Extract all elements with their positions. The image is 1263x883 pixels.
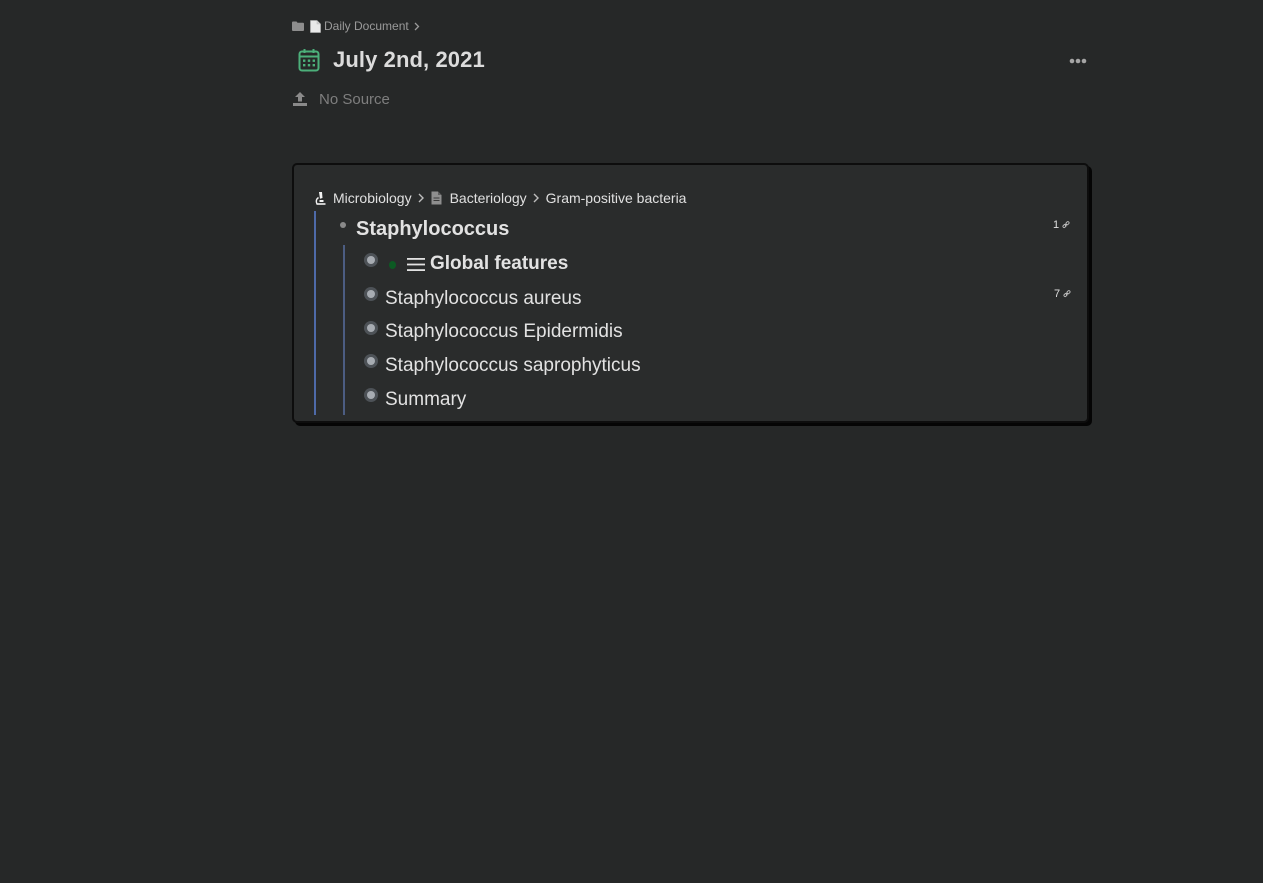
list-icon	[407, 257, 425, 272]
microscope-icon	[314, 191, 327, 206]
breadcrumb-item-daily-document[interactable]: Daily Document	[324, 19, 409, 33]
reference-count[interactable]: 7	[1054, 288, 1071, 300]
block-staphylococcus-epidermidis[interactable]: Staphylococcus Epidermidis	[385, 321, 623, 343]
block-bullet[interactable]	[340, 222, 346, 228]
title-row: July 2nd, 2021	[298, 45, 485, 75]
embed-crumb-microbiology[interactable]: Microbiology	[333, 190, 412, 206]
block-bullet[interactable]	[364, 321, 378, 335]
source-row[interactable]: No Source	[292, 89, 390, 109]
children-indent-guide	[343, 245, 345, 415]
folder-icon[interactable]	[292, 21, 304, 31]
block-indent-guide	[314, 211, 316, 415]
chevron-right-icon	[414, 22, 420, 31]
page-icon	[431, 191, 442, 205]
reference-count-value: 7	[1054, 288, 1061, 300]
calendar-icon[interactable]	[298, 48, 320, 72]
document-icon	[310, 19, 321, 33]
reference-count[interactable]: 1	[1053, 219, 1070, 231]
block-staphylococcus-aureus[interactable]: Staphylococcus aureus	[385, 288, 581, 310]
block-global-features[interactable]: Global features	[430, 253, 568, 275]
link-icon	[1062, 221, 1070, 229]
source-label: No Source	[319, 90, 390, 108]
chevron-right-icon	[418, 193, 424, 203]
reference-count-value: 1	[1053, 219, 1060, 231]
upload-icon	[292, 91, 308, 107]
block-staphylococcus-saprophyticus[interactable]: Staphylococcus saprophyticus	[385, 355, 641, 377]
embed-crumb-bacteriology[interactable]: Bacteriology	[450, 190, 527, 206]
embed-breadcrumb: Microbiology Bacteriology Gram-positive …	[314, 189, 686, 207]
breadcrumb: Daily Document	[292, 17, 420, 35]
block-staphylococcus[interactable]: Staphylococcus	[356, 218, 509, 241]
page-title[interactable]: July 2nd, 2021	[333, 47, 485, 73]
page: Daily Document July 2nd, 2021 No Source …	[0, 0, 1263, 883]
status-dot	[389, 261, 396, 269]
embedded-block[interactable]: Microbiology Bacteriology Gram-positive …	[292, 163, 1089, 423]
block-bullet[interactable]	[364, 388, 378, 402]
block-bullet[interactable]	[364, 253, 378, 267]
block-summary[interactable]: Summary	[385, 389, 466, 411]
ellipsis-icon	[1069, 58, 1087, 64]
embed-crumb-gram-positive[interactable]: Gram-positive bacteria	[546, 190, 687, 206]
chevron-right-icon	[533, 193, 539, 203]
block-bullet[interactable]	[364, 287, 378, 301]
more-options-button[interactable]	[1067, 52, 1089, 70]
block-bullet[interactable]	[364, 354, 378, 368]
link-icon	[1063, 290, 1071, 298]
